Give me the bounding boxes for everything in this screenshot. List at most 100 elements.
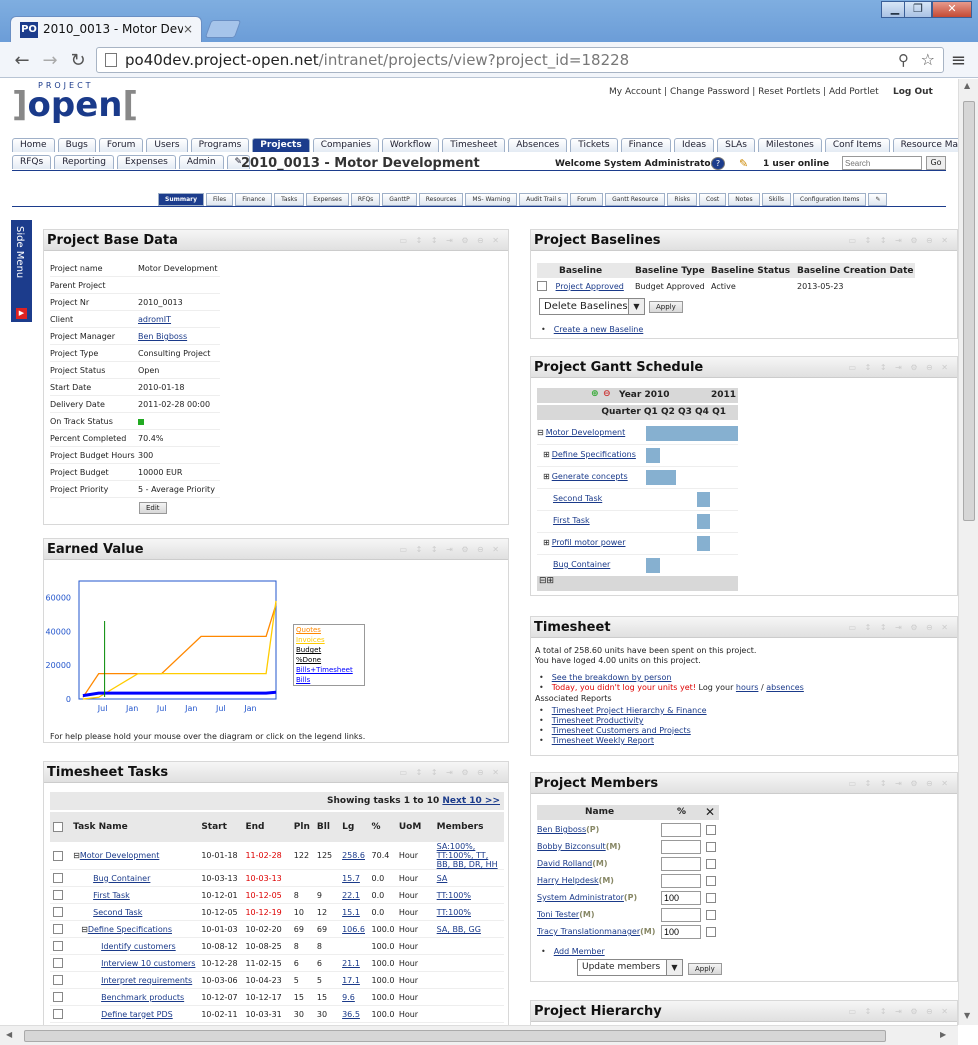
search-go-button[interactable]: Go — [926, 156, 946, 170]
next-page-link[interactable]: Next 10 >> — [442, 796, 500, 806]
col-start[interactable]: Start — [201, 812, 245, 842]
maximize-button[interactable]: ❐ — [904, 1, 932, 18]
project-open-logo[interactable]: PROJECT ]open[ — [12, 81, 138, 122]
member-link[interactable]: Ben Bigboss — [537, 825, 586, 834]
report-link[interactable]: Timesheet Customers and Projects — [552, 726, 691, 735]
field-link[interactable]: adromIT — [138, 311, 171, 328]
task-link[interactable]: Define Specifications — [88, 925, 172, 934]
col-members[interactable]: Members — [437, 812, 504, 842]
expand-icon[interactable]: ⊞ — [543, 538, 550, 547]
row-checkbox[interactable] — [53, 924, 63, 934]
subtab-audit-trail-s[interactable]: Audit Trail s — [519, 193, 569, 206]
logged-hours-link[interactable]: 22.1 — [342, 891, 360, 900]
member-link[interactable]: System Administrator — [537, 893, 624, 902]
portlet-control-icons[interactable]: ▭ ↕ ↕ ⇥ ⚙ ⊖ ✕ — [399, 768, 502, 777]
log-hours-link[interactable]: hours — [736, 683, 759, 692]
legend-item[interactable]: Bills — [294, 675, 364, 685]
subtab-summary[interactable]: Summary — [158, 193, 205, 206]
cell-members[interactable] — [437, 1006, 504, 1023]
task-link[interactable]: Interview 10 customers — [101, 959, 195, 968]
new-tab-button[interactable] — [204, 20, 242, 38]
member-percent-input[interactable] — [661, 857, 701, 871]
logged-hours-link[interactable]: 17.1 — [342, 976, 360, 985]
subtab-tasks[interactable]: Tasks — [274, 193, 305, 206]
subtab-configuration-items[interactable]: Configuration Items — [793, 193, 867, 206]
scroll-down-icon[interactable]: ▼ — [964, 1011, 970, 1020]
horizontal-scroll-thumb[interactable] — [24, 1030, 886, 1042]
legend-item[interactable]: Budget — [294, 645, 364, 655]
nav-tab-slas[interactable]: SLAs — [717, 138, 755, 152]
row-checkbox[interactable] — [53, 890, 63, 900]
nav-tab-ideas[interactable]: Ideas — [674, 138, 715, 152]
cell-members[interactable] — [437, 938, 504, 955]
portlet-control-icons[interactable]: ▭ ↕ ↕ ⇥ ⚙ ⊖ ✕ — [848, 236, 951, 245]
search-input[interactable] — [842, 156, 922, 170]
nav-tab-reporting[interactable]: Reporting — [54, 155, 114, 169]
portlet-control-icons[interactable]: ▭ ↕ ↕ ⇥ ⚙ ⊖ ✕ — [848, 363, 951, 372]
nav-tab-users[interactable]: Users — [146, 138, 188, 152]
scroll-up-icon[interactable]: ▲ — [964, 81, 970, 90]
col-task-name[interactable]: Task Name — [73, 812, 201, 842]
report-link[interactable]: Timesheet Project Hierarchy & Finance — [552, 706, 707, 715]
gantt-bar[interactable] — [646, 470, 677, 485]
logged-hours-link[interactable]: 106.6 — [342, 925, 365, 934]
nav-tab-projects[interactable]: Projects — [252, 138, 310, 152]
portlet-control-icons[interactable]: ▭ ↕ ↕ ⇥ ⚙ ⊖ ✕ — [399, 236, 502, 245]
member-percent-input[interactable] — [661, 823, 701, 837]
wrench-icon[interactable]: ✎ — [868, 193, 888, 206]
nav-tab-tickets[interactable]: Tickets — [570, 138, 618, 152]
col-bll[interactable]: Bll — [317, 812, 342, 842]
logout-link[interactable]: Log Out — [893, 87, 933, 97]
subtab-finance[interactable]: Finance — [235, 193, 273, 206]
portlet-control-icons[interactable]: ▭ ↕ ↕ ⇥ ⚙ ⊖ ✕ — [848, 1007, 951, 1016]
member-percent-input[interactable] — [661, 925, 701, 939]
zoom-in-icon[interactable]: ⊕ — [591, 389, 599, 399]
nav-tab-forum[interactable]: Forum — [98, 138, 144, 152]
account-links[interactable]: My Account | Change Password | Reset Por… — [609, 87, 879, 97]
browser-menu-icon[interactable]: ≡ — [951, 50, 966, 71]
chevron-down-icon[interactable]: ▼ — [666, 960, 682, 975]
subtab-ms-warning[interactable]: MS- Warning — [465, 193, 518, 206]
chevron-down-icon[interactable]: ▼ — [628, 299, 644, 314]
logged-hours-link[interactable]: 258.6 — [342, 851, 365, 860]
row-checkbox[interactable] — [53, 1009, 63, 1019]
col-end[interactable]: End — [245, 812, 293, 842]
member-link[interactable]: David Rolland — [537, 859, 592, 868]
task-link[interactable]: Benchmark products — [101, 993, 184, 1002]
scroll-right-icon[interactable]: ▶ — [940, 1030, 946, 1039]
member-remove-checkbox[interactable] — [706, 927, 716, 937]
legend-item[interactable]: %Done — [294, 655, 364, 665]
cell-members[interactable] — [437, 989, 504, 1006]
member-remove-checkbox[interactable] — [706, 859, 716, 869]
browser-tab[interactable]: PO 2010_0013 - Motor Develo × — [10, 16, 202, 42]
gantt-task-link[interactable]: Profil motor power — [552, 538, 626, 547]
member-remove-checkbox[interactable] — [706, 876, 716, 886]
nav-tab-finance[interactable]: Finance — [620, 138, 672, 152]
cell-members[interactable]: SA:100%, TT:100%, TT, BB, BB, DR, HH — [437, 842, 504, 870]
member-percent-input[interactable] — [661, 891, 701, 905]
legend-item[interactable]: Bills+Timesheet — [294, 665, 364, 675]
gantt-task-link[interactable]: Define Specifications — [552, 450, 636, 459]
nav-tab-expenses[interactable]: Expenses — [116, 155, 176, 169]
logged-hours-link[interactable]: 15.7 — [342, 874, 360, 883]
member-link[interactable]: Bobby Bizconsult — [537, 842, 606, 851]
portlet-control-icons[interactable]: ▭ ↕ ↕ ⇥ ⚙ ⊖ ✕ — [848, 779, 951, 788]
zoom-icon[interactable]: ⚲ — [898, 48, 909, 72]
bookmark-star-icon[interactable]: ☆ — [921, 48, 935, 72]
member-remove-checkbox[interactable] — [706, 842, 716, 852]
report-link[interactable]: Timesheet Weekly Report — [552, 736, 654, 745]
expand-icon[interactable]: ⊞ — [543, 450, 550, 459]
cell-members[interactable] — [437, 972, 504, 989]
task-link[interactable]: Define target PDS — [101, 1010, 173, 1019]
breakdown-link[interactable]: See the breakdown by person — [552, 673, 672, 682]
legend-item[interactable]: Invoices — [294, 635, 364, 645]
task-link[interactable]: Bug Container — [93, 874, 150, 883]
gantt-bar[interactable] — [646, 448, 660, 463]
help-icon[interactable]: ? — [711, 157, 725, 170]
logged-hours-link[interactable]: 21.1 — [342, 959, 360, 968]
nav-tab-home[interactable]: Home — [12, 138, 55, 152]
col-%[interactable]: % — [372, 812, 399, 842]
select-all-checkbox[interactable] — [53, 821, 63, 832]
member-remove-checkbox[interactable] — [706, 825, 716, 835]
gantt-bar[interactable] — [696, 492, 711, 507]
